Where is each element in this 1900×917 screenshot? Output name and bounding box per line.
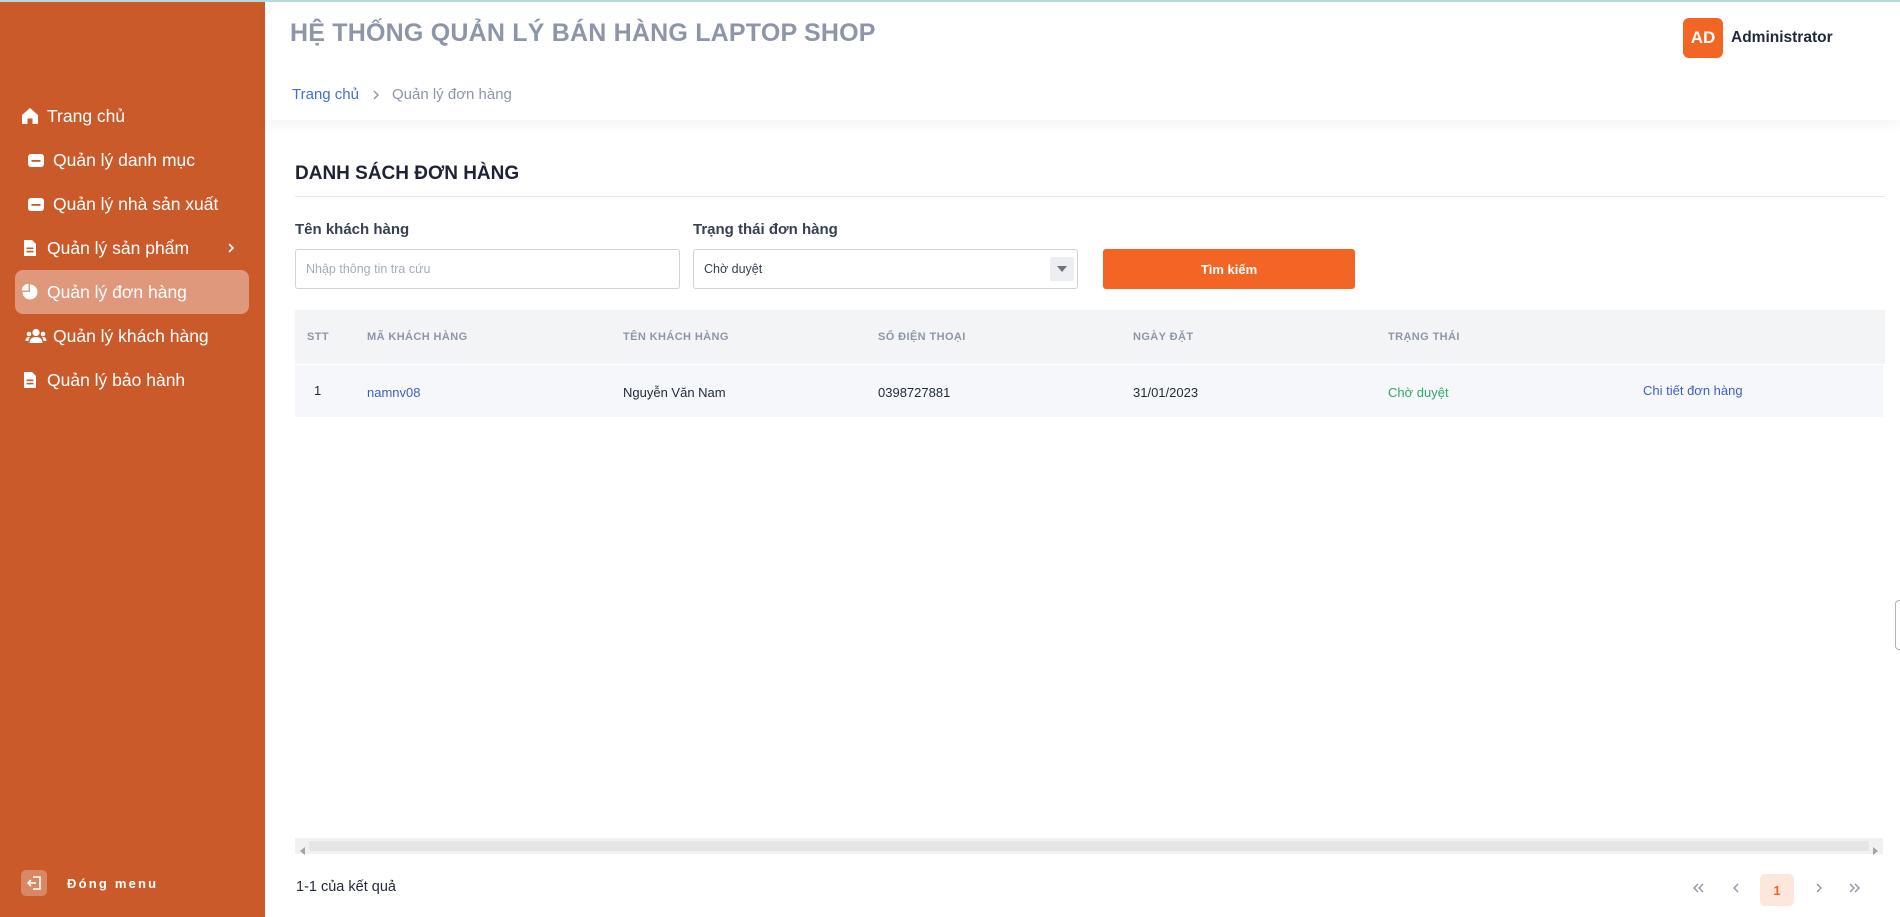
order-status-select[interactable]: Chờ duyệt	[693, 249, 1078, 289]
document-icon	[19, 237, 41, 259]
order-status-label: Trạng thái đơn hàng	[693, 221, 838, 238]
page-number-current[interactable]: 1	[1760, 874, 1794, 906]
search-button[interactable]: Tìm kiếm	[1103, 249, 1355, 289]
avatar: AD	[1683, 18, 1723, 58]
column-header-stt: STT	[307, 331, 329, 343]
folder-icon	[25, 149, 47, 171]
pie-chart-icon	[19, 281, 41, 303]
prev-page-button[interactable]	[1719, 874, 1753, 906]
sidebar-item-label: Quản lý bảo hành	[47, 369, 186, 390]
logout-icon	[21, 870, 47, 896]
column-header-customer-name: TÊN KHÁCH HÀNG	[623, 331, 729, 343]
table-row: 1 namnv08 Nguyễn Văn Nam 0398727881 31/0…	[295, 365, 1883, 417]
sidebar-item-products[interactable]: Quản lý sản phẩm	[15, 226, 249, 270]
sidebar-item-label: Quản lý đơn hàng	[47, 281, 187, 302]
column-header-phone: SỐ ĐIỆN THOẠI	[878, 331, 966, 343]
scrollbar-thumb[interactable]	[309, 841, 1869, 851]
app-root: Trang chủ Quản lý danh mục Quản lý nhà s…	[0, 0, 1900, 917]
cell-order-date: 31/01/2023	[1133, 385, 1199, 400]
sidebar-item-categories[interactable]: Quản lý danh mục	[15, 138, 249, 182]
scroll-right-icon[interactable]	[1871, 842, 1879, 855]
sidebar-item-label: Trang chủ	[47, 105, 126, 126]
caret-down-icon	[1050, 257, 1074, 281]
chevron-right-icon	[371, 89, 381, 101]
scroll-left-icon[interactable]	[299, 842, 307, 855]
sidebar-item-orders[interactable]: Quản lý đơn hàng	[15, 270, 249, 314]
page-title: DANH SÁCH ĐƠN HÀNG	[295, 163, 520, 184]
document-icon	[19, 369, 41, 391]
column-header-order-date: NGÀY ĐẶT	[1133, 331, 1194, 343]
order-status-value: Chờ duyệt	[704, 262, 763, 276]
user-name: Administrator	[1731, 29, 1833, 46]
sidebar-item-home[interactable]: Trang chủ	[15, 94, 249, 138]
column-header-customer-code: MÃ KHÁCH HÀNG	[367, 331, 468, 343]
status-badge: Chờ duyệt	[1388, 385, 1449, 400]
sidebar-item-label: Quản lý danh mục	[53, 149, 196, 170]
cell-customer-name: Nguyễn Văn Nam	[623, 385, 726, 400]
sidebar-item-warranty[interactable]: Quản lý bảo hành	[15, 358, 249, 402]
app-title: HỆ THỐNG QUẢN LÝ BÁN HÀNG LAPTOP SHOP	[290, 19, 876, 47]
result-summary: 1-1 của kết quả	[296, 879, 396, 895]
page-header: HỆ THỐNG QUẢN LÝ BÁN HÀNG LAPTOP SHOP AD…	[265, 2, 1900, 120]
sidebar-item-label: Quản lý khách hàng	[53, 325, 209, 346]
section-divider	[295, 196, 1885, 197]
chevron-right-icon	[221, 238, 241, 258]
home-icon	[19, 105, 41, 127]
users-icon	[25, 325, 47, 347]
table-header: STT MÃ KHÁCH HÀNG TÊN KHÁCH HÀNG SỐ ĐIỆN…	[295, 310, 1885, 364]
sidebar-item-manufacturers[interactable]: Quản lý nhà sản xuất	[15, 182, 249, 226]
collapse-menu-label: Đóng menu	[67, 875, 159, 891]
last-page-button[interactable]	[1838, 874, 1872, 906]
double-chevron-left-icon	[1691, 881, 1705, 899]
sidebar-nav: Trang chủ Quản lý danh mục Quản lý nhà s…	[15, 94, 249, 402]
breadcrumb: Trang chủ Quản lý đơn hàng	[292, 86, 512, 103]
cell-customer-code-link[interactable]: namnv08	[367, 385, 420, 400]
top-accent-line	[0, 0, 1900, 2]
breadcrumb-current: Quản lý đơn hàng	[391, 86, 512, 103]
double-chevron-right-icon	[1848, 881, 1862, 899]
user-menu[interactable]: AD Administrator	[1683, 18, 1833, 58]
order-detail-link[interactable]: Chi tiết đơn hàng	[1643, 383, 1743, 398]
cell-phone: 0398727881	[878, 385, 951, 400]
column-header-status: TRẠNG THÁI	[1388, 331, 1460, 343]
sidebar-item-label: Quản lý nhà sản xuất	[53, 193, 219, 214]
sidebar-item-customers[interactable]: Quản lý khách hàng	[15, 314, 249, 358]
customer-name-input[interactable]	[295, 249, 680, 289]
breadcrumb-home-link[interactable]: Trang chủ	[292, 86, 359, 103]
horizontal-scrollbar[interactable]	[295, 838, 1883, 855]
next-page-button[interactable]	[1802, 874, 1836, 906]
cell-stt: 1	[314, 383, 322, 398]
side-scroll-tab[interactable]	[1895, 600, 1900, 650]
chevron-left-icon	[1731, 881, 1741, 899]
sidebar-item-label: Quản lý sản phẩm	[47, 237, 190, 258]
sidebar: Trang chủ Quản lý danh mục Quản lý nhà s…	[0, 0, 265, 917]
first-page-button[interactable]	[1681, 874, 1715, 906]
folder-icon	[25, 193, 47, 215]
collapse-menu-button[interactable]: Đóng menu	[21, 870, 158, 896]
chevron-right-icon	[1814, 881, 1824, 899]
customer-name-label: Tên khách hàng	[295, 221, 410, 238]
